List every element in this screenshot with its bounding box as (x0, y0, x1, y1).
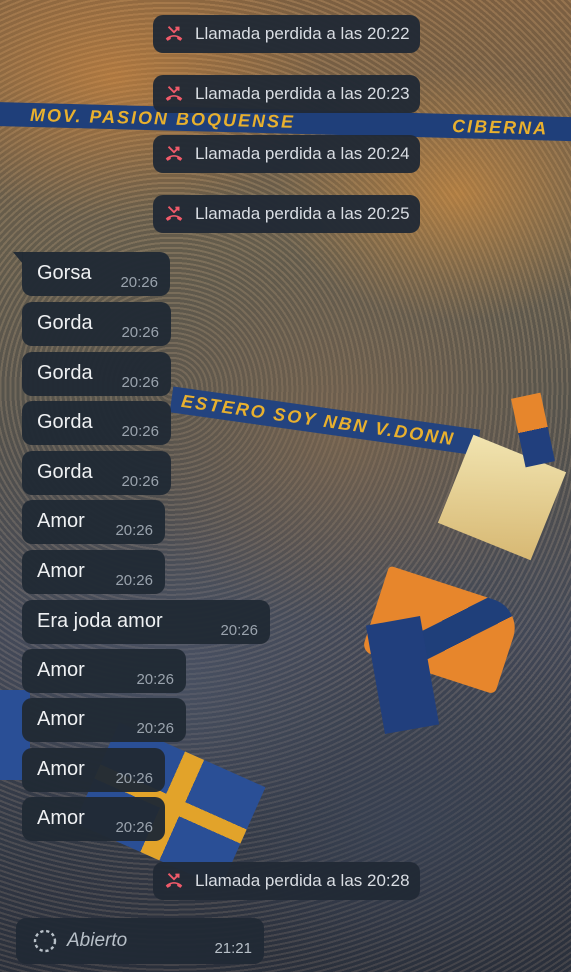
missed-call-icon (165, 86, 183, 101)
missed-call-text: Llamada perdida a las 20:25 (195, 204, 410, 223)
opened-status-text: Abierto (67, 930, 128, 951)
message-time: 20:26 (115, 770, 153, 787)
message-bubble[interactable]: Amor 20:26 (22, 797, 165, 841)
missed-call-notice[interactable]: Llamada perdida a las 20:22 (153, 15, 420, 53)
missed-call-icon (165, 873, 183, 888)
message-text: Gorda (37, 312, 93, 334)
missed-call-text: Llamada perdida a las 20:24 (195, 144, 410, 163)
message-time: 20:26 (121, 324, 159, 341)
message-time: 20:26 (220, 622, 258, 639)
message-bubble[interactable]: Amor 20:26 (22, 550, 165, 594)
message-time: 20:26 (115, 819, 153, 836)
chat-area[interactable]: Llamada perdida a las 20:22 Llamada perd… (0, 0, 571, 972)
message-text: Amor (37, 510, 85, 532)
missed-call-notice[interactable]: Llamada perdida a las 20:25 (153, 195, 420, 233)
message-time: 20:26 (115, 522, 153, 539)
loading-circle-icon (33, 929, 57, 953)
missed-call-icon (165, 146, 183, 161)
message-bubble[interactable]: Gorda 20:26 (22, 302, 171, 346)
missed-call-text: Llamada perdida a las 20:28 (195, 871, 410, 890)
missed-call-icon (165, 206, 183, 221)
message-text: Gorda (37, 411, 93, 433)
message-time: 20:26 (121, 374, 159, 391)
message-bubble[interactable]: Gorda 20:26 (22, 352, 171, 396)
missed-call-text: Llamada perdida a las 20:22 (195, 24, 410, 43)
message-text: Amor (37, 708, 85, 730)
message-text: Amor (37, 758, 85, 780)
message-text: Amor (37, 807, 85, 829)
missed-call-notice[interactable]: Llamada perdida a las 20:28 (153, 862, 420, 900)
message-tail (13, 252, 23, 264)
message-time: 20:26 (121, 423, 159, 440)
message-text: Gorda (37, 461, 93, 483)
message-text: Era joda amor (37, 610, 163, 632)
opened-status-time: 21:21 (214, 940, 252, 957)
message-bubble[interactable]: Era joda amor 20:26 (22, 600, 270, 644)
message-time: 20:26 (136, 671, 174, 688)
missed-call-icon (165, 26, 183, 41)
message-bubble[interactable]: Amor 20:26 (22, 748, 165, 792)
message-text: Gorsa (37, 262, 92, 284)
message-text: Amor (37, 659, 85, 681)
message-bubble[interactable]: Gorsa 20:26 (13, 252, 170, 296)
message-time: 20:26 (136, 720, 174, 737)
message-time: 20:26 (121, 473, 159, 490)
message-bubble[interactable]: Gorda 20:26 (22, 451, 171, 495)
message-bubble[interactable]: Amor 20:26 (22, 500, 165, 544)
missed-call-text: Llamada perdida a las 20:23 (195, 84, 410, 103)
missed-call-notice[interactable]: Llamada perdida a las 20:24 (153, 135, 420, 173)
message-text: Gorda (37, 362, 93, 384)
missed-call-notice[interactable]: Llamada perdida a las 20:23 (153, 75, 420, 113)
message-time: 20:26 (120, 274, 158, 291)
message-bubble[interactable]: Amor 20:26 (22, 649, 186, 693)
message-bubble[interactable]: Amor 20:26 (22, 698, 186, 742)
message-bubble[interactable]: Gorda 20:26 (22, 401, 171, 445)
message-time: 20:26 (115, 572, 153, 589)
opened-status-bubble[interactable]: Abierto 21:21 (16, 918, 264, 964)
message-text: Amor (37, 560, 85, 582)
